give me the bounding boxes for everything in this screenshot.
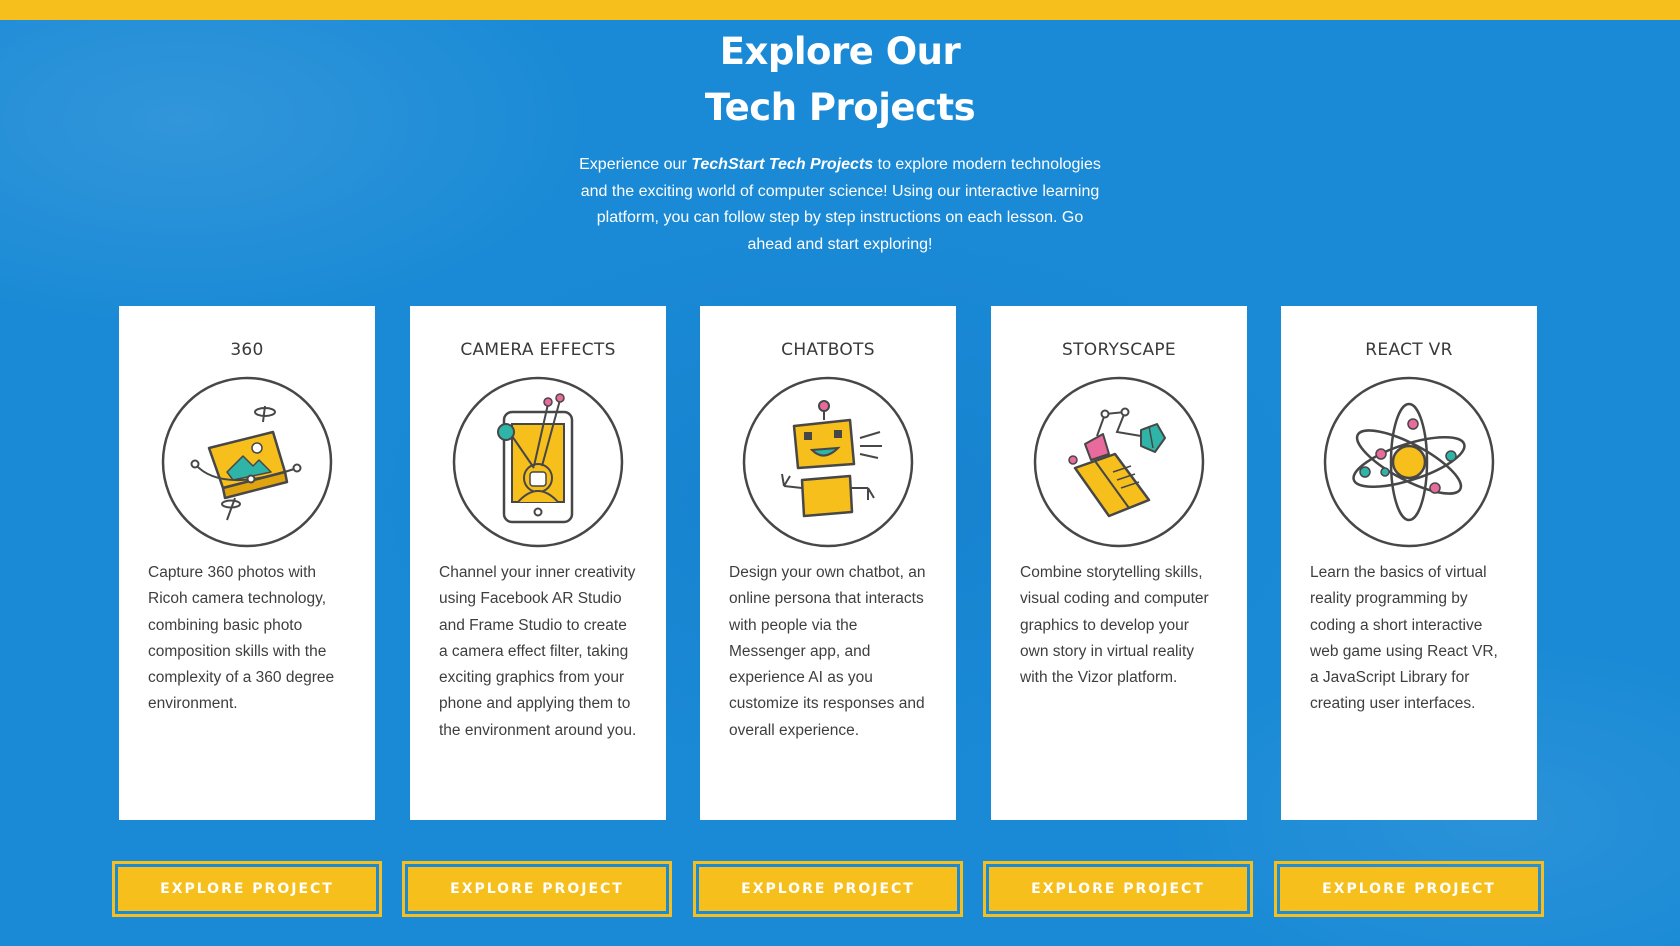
camera-360-icon [161,376,333,548]
explore-project-button-react-vr[interactable]: EXPLORE PROJECT [1274,861,1544,917]
explore-project-button-camera-effects[interactable]: EXPLORE PROJECT [402,861,672,917]
project-title: CAMERA EFFECTS [460,340,616,360]
storybook-icon [1033,376,1205,548]
intro-paragraph: Experience our TechStart Tech Projects t… [575,152,1105,258]
page-title: Explore Our Tech Projects [0,20,1680,136]
explore-project-button-storyscape[interactable]: EXPLORE PROJECT [983,861,1253,917]
hero-section: Explore Our Tech Projects Experience our… [0,20,1680,258]
top-accent-bar [0,0,1680,20]
robot-icon [742,376,914,548]
explore-project-button-360[interactable]: EXPLORE PROJECT [112,861,382,917]
explore-project-button-chatbots[interactable]: EXPLORE PROJECT [693,861,963,917]
project-description: Learn the basics of virtual reality prog… [1310,564,1498,713]
project-description: Capture 360 photos with Ricoh camera tec… [148,564,335,713]
project-title: STORYSCAPE [1062,340,1176,360]
intro-brand-name: TechStart Tech Projects [691,156,874,173]
project-title: REACT VR [1365,340,1453,360]
project-title: 360 [230,340,264,360]
explore-project-label: EXPLORE PROJECT [1280,867,1538,911]
page-title-line-1: Explore Our [719,30,961,73]
explore-project-label: EXPLORE PROJECT [699,867,957,911]
project-card-storyscape: STORYSCAPE Combine storytelling skills, … [991,306,1247,820]
explore-project-label: EXPLORE PROJECT [118,867,376,911]
project-description: Channel your inner creativity using Face… [439,564,637,739]
project-title: CHATBOTS [781,340,875,360]
project-card-react-vr: REACT VR Learn the basics of virtual rea… [1281,306,1537,820]
explore-project-label: EXPLORE PROJECT [989,867,1247,911]
project-card-camera-effects: CAMERA EFFECTS Channel your inner creati… [410,306,666,820]
phone-camera-effects-icon [452,376,624,548]
project-description: Design your own chatbot, an online perso… [729,564,926,739]
project-card-360: 360 Capture 360 photos with Ricoh camera… [119,306,375,820]
project-description: Combine storytelling skills, visual codi… [1020,564,1209,687]
page-title-line-2: Tech Projects [704,86,976,129]
intro-text-start: Experience our [579,156,692,173]
atom-icon [1323,376,1495,548]
project-card-chatbots: CHATBOTS Design your own chatbot, an onl… [700,306,956,820]
explore-project-label: EXPLORE PROJECT [408,867,666,911]
